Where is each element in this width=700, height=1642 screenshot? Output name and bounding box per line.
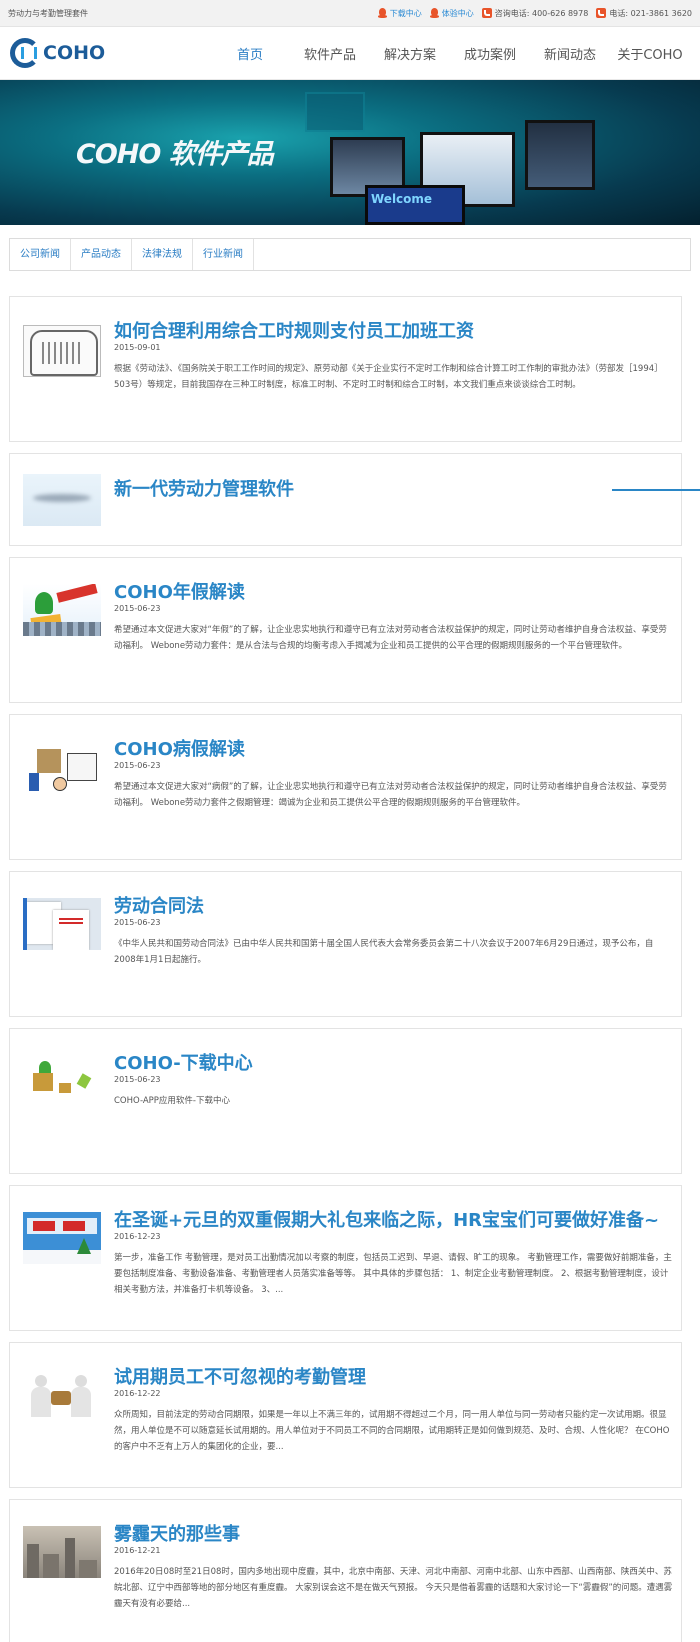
article-card[interactable]: 在圣诞+元旦的双重假期大礼包来临之际，HR宝宝们可要做好准备~ 2016-12-… xyxy=(9,1185,682,1331)
category-tabs: 公司新闻 产品动态 法律法规 行业新闻 xyxy=(9,238,691,271)
article-card[interactable]: COHO-下载中心 2015-06-23 COHO-APP应用软件-下载中心 xyxy=(9,1028,682,1174)
phone-icon xyxy=(481,8,492,18)
article-title[interactable]: 雾霾天的那些事 xyxy=(114,1520,240,1546)
page-banner: Welcome COHO 软件产品 xyxy=(0,80,700,225)
article-summary: 希望通过本文促进大家对“病假”的了解，让企业忠实地执行和遵守已有立法对劳动者合法… xyxy=(114,782,667,808)
banner-decoration xyxy=(305,92,365,132)
top-links: 下载中心 体验中心 咨询电话: 400-626 8978 电话: 021-386… xyxy=(377,7,692,19)
article-card[interactable]: 试用期员工不可忽视的考勤管理 2016-12-22 众所周知，目前法定的劳动合同… xyxy=(9,1342,682,1488)
logo-text: COHO xyxy=(43,42,106,64)
article-date: 2015-06-23 xyxy=(114,761,161,770)
qq-icon xyxy=(377,7,387,19)
christmas-thumb[interactable] xyxy=(23,1212,101,1264)
banner-screen-text: Welcome xyxy=(371,192,433,206)
download-center-label[interactable]: 下载中心 xyxy=(390,8,422,19)
tab-company-news[interactable]: 公司新闻 xyxy=(10,239,71,270)
nav-item-about[interactable]: 关于COHO xyxy=(610,44,690,63)
nav-item-news[interactable]: 新闻动态 xyxy=(530,44,610,63)
kite-cartoon-thumb[interactable] xyxy=(23,584,101,636)
qq-icon xyxy=(429,7,439,19)
smog-city-thumb[interactable] xyxy=(23,1526,101,1578)
coho-logo[interactable]: COHO xyxy=(10,38,210,68)
article-date: 2015-06-23 xyxy=(114,918,161,927)
article-card[interactable]: 新一代劳动力管理软件 xyxy=(9,453,682,546)
sick-cartoon-thumb[interactable] xyxy=(23,743,101,795)
article-title[interactable]: 劳动合同法 xyxy=(114,892,204,918)
article-title[interactable]: COHO年假解读 xyxy=(114,578,245,604)
consult-phone: 咨询电话: 400-626 8978 xyxy=(481,8,589,19)
office-phone: 电话: 021-3861 3620 xyxy=(596,8,692,19)
article-date: 2015-06-23 xyxy=(114,604,161,613)
article-card[interactable]: 雾霾天的那些事 2016-12-21 2016年20日08时至21日08时，国内… xyxy=(9,1499,682,1642)
banner-monitor-image xyxy=(525,120,595,190)
handshake-thumb[interactable] xyxy=(23,1369,101,1421)
logo-mark-icon xyxy=(10,38,40,68)
site-header: COHO 首页 软件产品 解决方案 成功案例 新闻动态 关于COHO xyxy=(0,27,700,80)
blurred-thumb[interactable] xyxy=(23,474,101,526)
office-phone-text: 电话: 021-3861 3620 xyxy=(609,8,692,18)
article-date: 2015-09-01 xyxy=(114,343,161,352)
banner-title: COHO 软件产品 xyxy=(76,139,274,170)
article-title[interactable]: COHO-下载中心 xyxy=(114,1049,253,1075)
tab-industry-news[interactable]: 行业新闻 xyxy=(193,239,254,270)
article-title[interactable]: 如何合理利用综合工时规则支付员工加班工资 xyxy=(114,317,474,343)
nav-item-cases[interactable]: 成功案例 xyxy=(450,44,530,63)
article-date: 2016-12-21 xyxy=(114,1546,161,1555)
phone-icon xyxy=(596,8,607,18)
trial-center-label[interactable]: 体验中心 xyxy=(442,8,474,19)
article-summary: 《中华人民共和国劳动合同法》已由中华人民共和国第十届全国人民代表大会常务委员会第… xyxy=(114,939,654,965)
article-summary: COHO-APP应用软件-下载中心 xyxy=(114,1096,230,1106)
article-card[interactable]: COHO病假解读 2015-06-23 希望通过本文促进大家对“病假”的了解，让… xyxy=(9,714,682,860)
main-nav: 首页 软件产品 解决方案 成功案例 新闻动态 关于COHO xyxy=(210,44,690,63)
article-card[interactable]: 劳动合同法 2015-06-23 《中华人民共和国劳动合同法》已由中华人民共和国… xyxy=(9,871,682,1017)
tab-product-news[interactable]: 产品动态 xyxy=(71,239,132,270)
article-title[interactable]: 新一代劳动力管理软件 xyxy=(114,475,294,501)
article-summary: 希望通过本文促进大家对“年假”的了解，让企业忠实地执行和遵守已有立法对劳动者合法… xyxy=(114,625,667,651)
article-date: 2015-06-23 xyxy=(114,1075,161,1084)
consult-phone-text: 咨询电话: 400-626 8978 xyxy=(494,8,589,18)
article-title[interactable]: COHO病假解读 xyxy=(114,735,245,761)
contract-document-thumb[interactable] xyxy=(23,898,101,950)
article-title[interactable]: 在圣诞+元旦的双重假期大礼包来临之际，HR宝宝们可要做好准备~ xyxy=(114,1206,659,1232)
nav-item-products[interactable]: 软件产品 xyxy=(290,44,370,63)
decorative-line xyxy=(612,489,700,491)
article-date: 2016-12-23 xyxy=(114,1232,161,1241)
site-slogan: 劳动力与考勤管理套件 xyxy=(8,8,88,18)
article-date: 2016-12-22 xyxy=(114,1389,161,1398)
top-bar: 劳动力与考勤管理套件 下载中心 体验中心 咨询电话: 400-626 8978 … xyxy=(0,0,700,27)
download-center-link[interactable]: 下载中心 xyxy=(377,7,422,19)
article-card[interactable]: 如何合理利用综合工时规则支付员工加班工资 2015-09-01 根据《劳动法》、… xyxy=(9,296,682,442)
article-card[interactable]: COHO年假解读 2015-06-23 希望通过本文促进大家对“年假”的了解，让… xyxy=(9,557,682,703)
article-title[interactable]: 试用期员工不可忽视的考勤管理 xyxy=(114,1363,366,1389)
banner-monitor-image: Welcome xyxy=(365,185,465,225)
trial-center-link[interactable]: 体验中心 xyxy=(429,7,474,19)
download-boxes-thumb[interactable] xyxy=(23,1055,101,1107)
article-summary: 2016年20日08时至21日08时，国内多地出现中度霾，其中，北京中南部、天津… xyxy=(114,1567,673,1609)
article-summary: 众所周知，目前法定的劳动合同期限，如果是一年以上不满三年的，试用期不得超过二个月… xyxy=(114,1410,670,1452)
nav-item-solutions[interactable]: 解决方案 xyxy=(370,44,450,63)
nav-item-home[interactable]: 首页 xyxy=(210,44,290,63)
article-summary: 根据《劳动法》、《国务院关于职工工作时间的规定》、原劳动部《关于企业实行不定时工… xyxy=(114,364,663,390)
article-summary: 第一步，准备工作 考勤管理，是对员工出勤情况加以考察的制度，包括员工迟到、早退、… xyxy=(114,1253,672,1295)
sketch-document-thumb[interactable] xyxy=(23,325,101,377)
tab-laws[interactable]: 法律法规 xyxy=(132,239,193,270)
